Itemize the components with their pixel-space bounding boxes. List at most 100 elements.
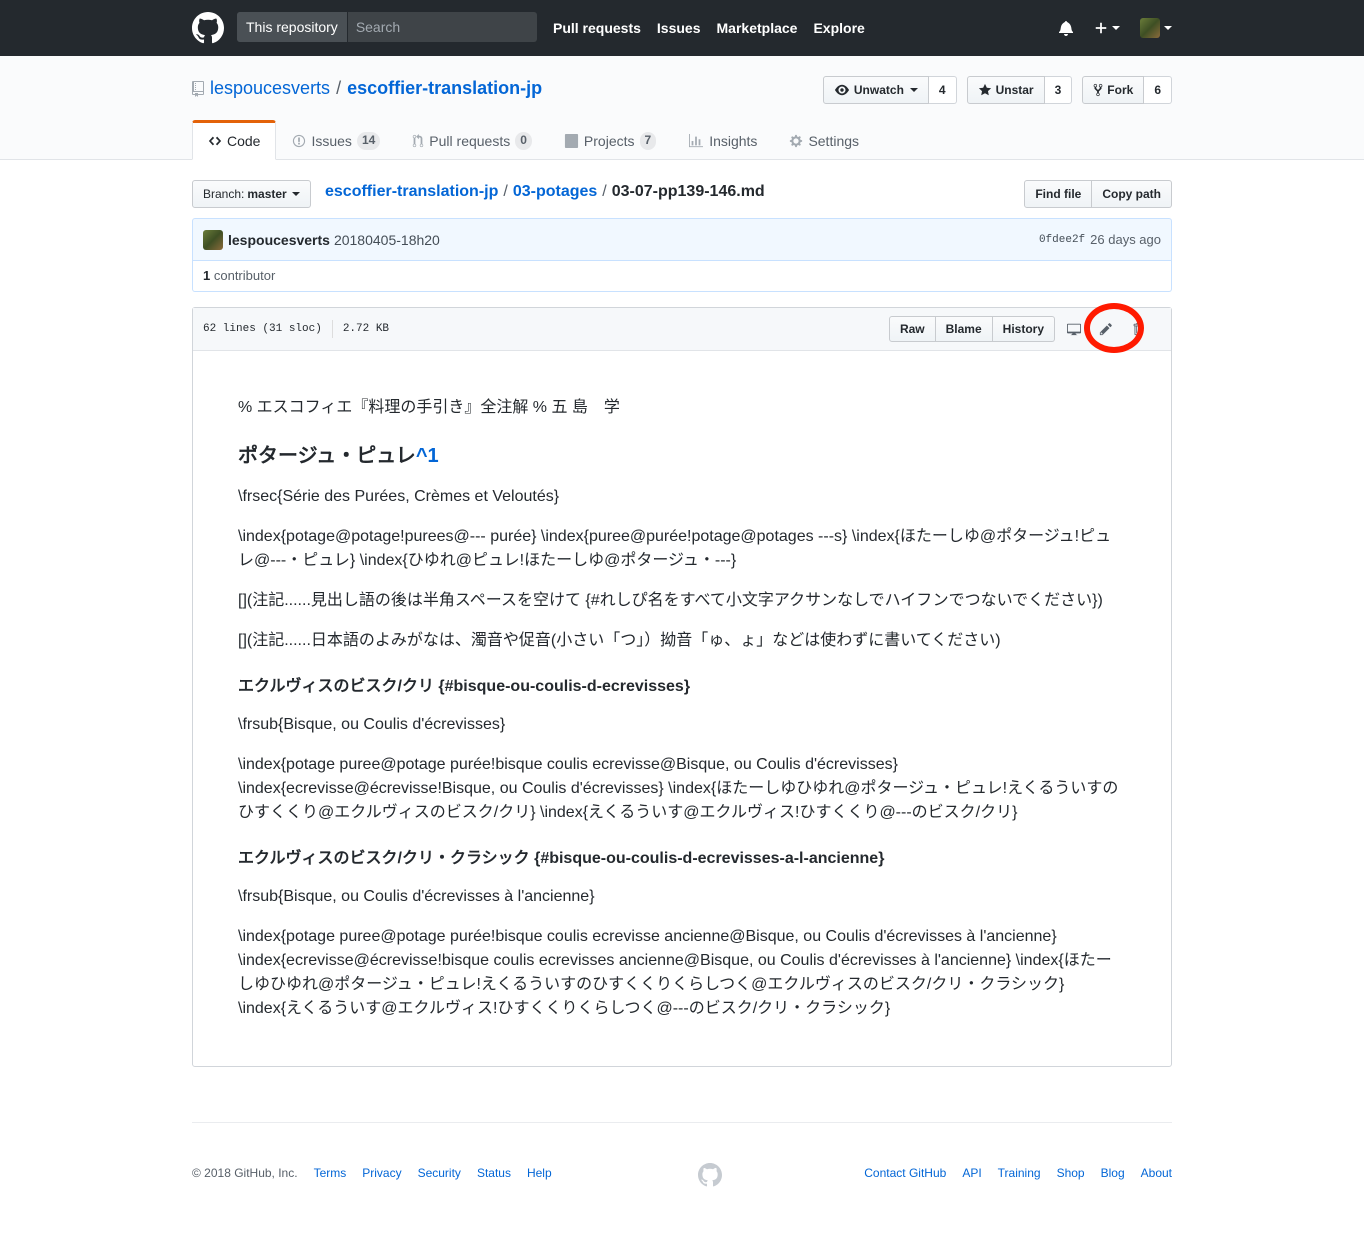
nav-issues[interactable]: Issues	[657, 20, 701, 36]
gear-icon	[790, 134, 803, 148]
tab-settings[interactable]: Settings	[773, 120, 875, 160]
search-input[interactable]	[347, 12, 537, 42]
github-mark-icon[interactable]	[698, 1163, 722, 1187]
blame-button[interactable]: Blame	[935, 316, 993, 342]
heading-potage-puree: ポタージュ・ピュレ^1	[238, 444, 1126, 469]
desktop-icon[interactable]	[1061, 316, 1087, 342]
breadcrumb: escoffier-translation-jp / 03-potages / …	[325, 183, 765, 201]
site-footer: © 2018 GitHub, Inc. Terms Privacy Securi…	[192, 1122, 1172, 1202]
footer-link-help[interactable]: Help	[527, 1166, 552, 1180]
search-scope-label: This repository	[237, 12, 348, 42]
footer-left-links: © 2018 GitHub, Inc. Terms Privacy Securi…	[192, 1166, 552, 1180]
commit-sha-link[interactable]: 0fdee2f	[1039, 234, 1085, 246]
nav-explore[interactable]: Explore	[813, 20, 864, 36]
file-actions: Raw Blame History	[888, 316, 1151, 342]
github-logo-icon[interactable]	[192, 12, 224, 44]
trash-icon[interactable]	[1125, 316, 1151, 342]
commit-age: 26 days ago	[1090, 232, 1161, 247]
file-header: 62 lines (31 sloc) 2.72 KB Raw Blame His…	[193, 303, 1171, 353]
tab-issues-label: Issues	[311, 133, 352, 149]
stars-count[interactable]: 3	[1044, 76, 1073, 104]
tab-projects-label: Projects	[583, 133, 635, 149]
user-menu[interactable]	[1140, 18, 1172, 38]
repo-name-link[interactable]: escoffier-translation-jp	[347, 78, 542, 99]
footer-link-training[interactable]: Training	[998, 1166, 1041, 1180]
tab-issues[interactable]: Issues 14	[276, 120, 396, 160]
footer-link-privacy[interactable]: Privacy	[362, 1166, 401, 1180]
contributors-label: contributor	[213, 268, 276, 283]
breadcrumb-file: 03-07-pp139-146.md	[611, 183, 765, 200]
repo-title: lespoucesverts / escoffier-translation-j…	[192, 78, 542, 99]
file-navigation: Branch: master escoffier-translation-jp …	[192, 180, 1172, 208]
branch-prefix: Branch:	[203, 187, 245, 201]
nav-pull-requests[interactable]: Pull requests	[553, 20, 641, 36]
chevron-down-icon	[909, 88, 918, 92]
find-file-button[interactable]: Find file	[1024, 180, 1093, 208]
fork-group: Fork 6	[1082, 76, 1172, 104]
eye-icon	[834, 84, 849, 96]
history-button[interactable]: History	[992, 316, 1055, 342]
avatar	[1140, 18, 1160, 38]
unstar-button[interactable]: Unstar	[966, 76, 1045, 104]
tab-code-label: Code	[227, 133, 261, 149]
project-icon	[564, 134, 578, 148]
paragraph: \index{potage@potage!purees@--- purée} \…	[238, 528, 1112, 569]
tab-insights-label: Insights	[709, 133, 758, 149]
paragraph: % エスコフィエ『料理の手引き』全注解 % 五 島 学	[238, 399, 620, 416]
breadcrumb-dir-link[interactable]: 03-potages	[513, 183, 597, 201]
code-icon	[208, 136, 222, 146]
avatar[interactable]	[203, 229, 223, 250]
fork-icon	[1093, 83, 1103, 97]
branch-select-button[interactable]: Branch: master	[192, 180, 311, 208]
site-header: This repository Pull requests Issues Mar…	[0, 0, 1364, 56]
file-lines: 62 lines (31 sloc)	[203, 323, 322, 335]
repo-owner-link[interactable]: lespoucesverts	[210, 78, 330, 99]
plus-icon[interactable]	[1094, 21, 1120, 35]
commit-message-link[interactable]: 20180405-18h20	[334, 232, 440, 248]
footer-link-api[interactable]: API	[962, 1166, 981, 1180]
unwatch-button[interactable]: Unwatch	[822, 76, 929, 104]
tab-settings-label: Settings	[808, 133, 860, 149]
footer-link-security[interactable]: Security	[418, 1166, 461, 1180]
breadcrumb-repo-link[interactable]: escoffier-translation-jp	[325, 183, 498, 201]
chevron-down-icon	[1112, 26, 1120, 30]
heading-bisque: エクルヴィスのビスク/クリ {#bisque-ou-coulis-d-ecrev…	[238, 678, 691, 695]
footer-link-blog[interactable]: Blog	[1101, 1166, 1125, 1180]
tab-insights[interactable]: Insights	[672, 120, 773, 160]
pencil-icon[interactable]	[1093, 316, 1119, 342]
path-divider: /	[602, 183, 607, 200]
footnote-link[interactable]: ^1	[416, 445, 439, 467]
footer-link-status[interactable]: Status	[477, 1166, 511, 1180]
commit-author-link[interactable]: lespoucesverts	[228, 232, 330, 248]
commit-meta: 0fdee2f 26 days ago	[1039, 232, 1161, 247]
file-nav-actions: Find file Copy path	[1024, 180, 1172, 208]
contributors-bar[interactable]: 1 contributor	[192, 261, 1172, 292]
forks-count[interactable]: 6	[1144, 76, 1172, 104]
star-icon	[978, 83, 991, 96]
tab-code[interactable]: Code	[192, 120, 277, 160]
fork-button[interactable]: Fork	[1082, 76, 1145, 104]
paragraph: \frsub{Bisque, ou Coulis d'écrevisses à …	[238, 888, 595, 905]
footer-link-terms[interactable]: Terms	[314, 1166, 347, 1180]
readme-content: % エスコフィエ『料理の手引き』全注解 % 五 島 学 ポタージュ・ピュレ^1 …	[193, 351, 1171, 1082]
footer-link-about[interactable]: About	[1141, 1166, 1172, 1180]
footer-link-contact[interactable]: Contact GitHub	[864, 1166, 946, 1180]
contributors-count: 1	[203, 268, 211, 283]
commit-tease: lespoucesverts 20180405-18h20 0fdee2f 26…	[192, 218, 1172, 261]
main-nav: Pull requests Issues Marketplace Explore	[553, 0, 865, 56]
paragraph: [](注記......見出し語の後は半角スペースを空けて {#れしぴ名をすべて小…	[238, 592, 1103, 609]
repo-header: lespoucesverts / escoffier-translation-j…	[0, 56, 1364, 160]
file-info: 62 lines (31 sloc) 2.72 KB	[203, 320, 389, 338]
repo-icon	[192, 80, 204, 97]
bell-icon[interactable]	[1058, 20, 1074, 36]
paragraph: \frsub{Bisque, ou Coulis d'écrevisses}	[238, 716, 506, 733]
footer-link-shop[interactable]: Shop	[1057, 1166, 1085, 1180]
raw-button[interactable]: Raw	[888, 316, 936, 342]
tab-pull-requests[interactable]: Pull requests 0	[396, 120, 548, 160]
watchers-count[interactable]: 4	[928, 76, 957, 104]
copy-path-button[interactable]: Copy path	[1092, 180, 1172, 208]
tab-projects[interactable]: Projects 7	[548, 120, 672, 160]
branch-name: master	[247, 187, 287, 201]
footer-right-links: Contact GitHub API Training Shop Blog Ab…	[864, 1166, 1172, 1180]
nav-marketplace[interactable]: Marketplace	[717, 20, 798, 36]
